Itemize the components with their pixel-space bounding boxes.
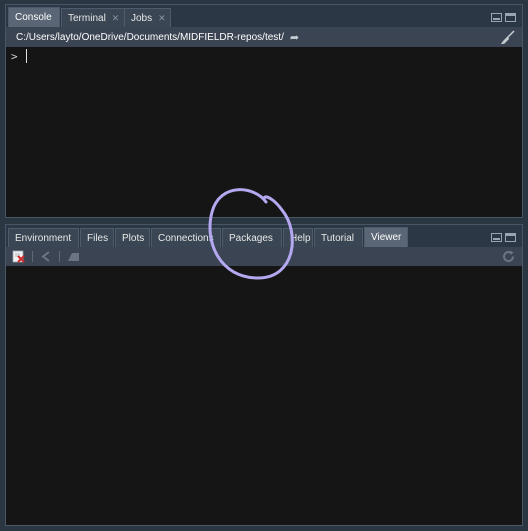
tab-label: Packages [229, 232, 273, 244]
console-tabbar: Console Terminal ✕ Jobs ✕ [6, 5, 522, 27]
viewer-tabbar: Environment Files Plots Connections Pack… [6, 225, 522, 247]
toolbar-separator [59, 251, 60, 262]
tab-files[interactable]: Files [80, 228, 114, 247]
clear-console-broom-icon[interactable] [500, 29, 516, 45]
viewer-pane: Environment Files Plots Connections Pack… [5, 224, 523, 526]
tab-label: Viewer [371, 232, 402, 243]
tab-jobs[interactable]: Jobs ✕ [124, 8, 171, 27]
console-output[interactable]: > [6, 47, 522, 217]
pane-window-controls [491, 233, 516, 242]
tab-label: Environment [15, 232, 72, 244]
close-icon[interactable]: ✕ [112, 13, 120, 24]
maximize-icon[interactable] [505, 13, 516, 22]
tab-environment[interactable]: Environment [8, 228, 79, 247]
working-directory-bar: C:/Users/layto/OneDrive/Documents/MIDFIE… [6, 27, 522, 47]
console-prompt: > [11, 50, 18, 63]
pane-window-controls [491, 13, 516, 22]
tab-packages[interactable]: Packages [222, 228, 282, 247]
tab-console[interactable]: Console [8, 7, 60, 27]
tab-viewer[interactable]: Viewer [364, 227, 408, 247]
tab-label: Files [87, 232, 109, 244]
viewer-content-area[interactable] [6, 266, 522, 525]
minimize-icon[interactable] [491, 13, 502, 22]
close-icon[interactable]: ✕ [158, 13, 166, 24]
goto-directory-arrow-icon[interactable]: ➦ [290, 31, 299, 44]
back-arrow-icon[interactable] [39, 250, 53, 263]
tab-plots[interactable]: Plots [115, 228, 150, 247]
console-pane: Console Terminal ✕ Jobs ✕ C:/Users/layto… [5, 4, 523, 218]
tab-label: Jobs [131, 12, 153, 24]
maximize-icon[interactable] [505, 233, 516, 242]
remove-viewer-item-icon[interactable] [12, 250, 26, 263]
refresh-icon[interactable] [502, 250, 516, 263]
tab-tutorial[interactable]: Tutorial [314, 228, 363, 247]
tab-label: Console [15, 12, 52, 23]
tab-label: Tutorial [321, 232, 354, 244]
minimize-icon[interactable] [491, 233, 502, 242]
tab-label: Help [290, 232, 311, 244]
text-cursor [26, 49, 27, 63]
tab-label: Terminal [68, 12, 106, 24]
tab-label: Connections [158, 232, 214, 244]
tab-connections[interactable]: Connections [151, 228, 221, 247]
tab-label: Plots [122, 232, 145, 244]
toolbar-separator [32, 251, 33, 262]
tab-terminal[interactable]: Terminal ✕ [61, 8, 127, 27]
viewer-toolbar [6, 247, 522, 266]
tab-help[interactable]: Help [283, 228, 313, 247]
working-directory-path: C:/Users/layto/OneDrive/Documents/MIDFIE… [16, 31, 284, 43]
export-icon[interactable] [66, 250, 80, 263]
